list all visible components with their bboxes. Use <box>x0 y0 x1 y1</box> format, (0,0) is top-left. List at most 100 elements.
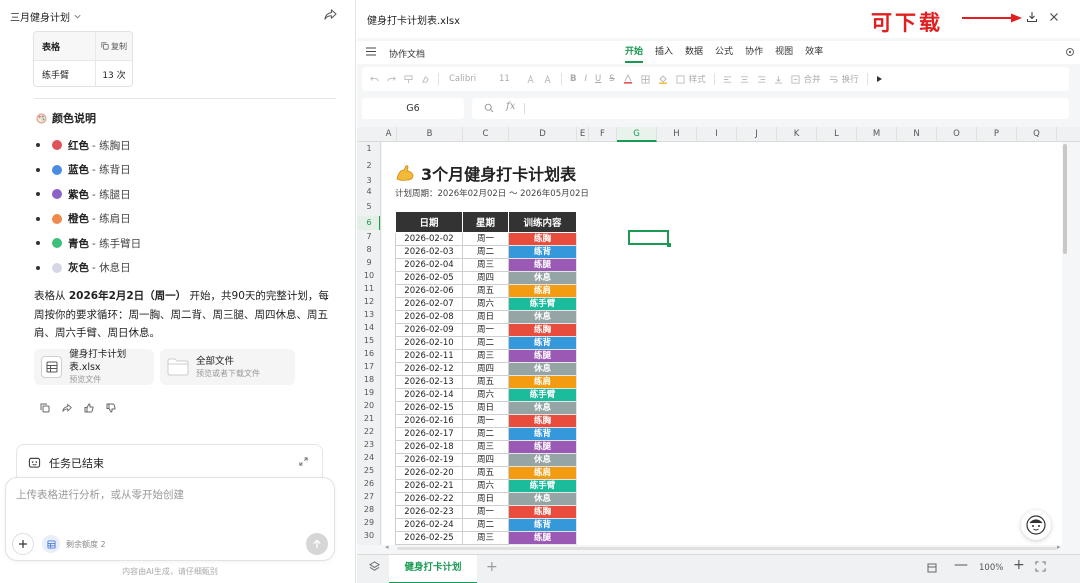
row-header[interactable]: 13 <box>357 308 380 321</box>
align-center-icon[interactable] <box>740 67 749 91</box>
weekday-cell[interactable]: 周三 <box>462 531 509 545</box>
exercise-cell[interactable]: 练腿 <box>508 531 577 545</box>
wrap-text-button[interactable]: 换行 <box>842 73 859 85</box>
date-cell[interactable]: 2026-02-06 <box>395 284 463 298</box>
exercise-cell[interactable]: 练手臂 <box>508 479 577 493</box>
menu-icon[interactable] <box>366 47 376 56</box>
share-icon[interactable] <box>324 8 337 21</box>
weekday-cell[interactable]: 周三 <box>462 440 509 454</box>
cell-style-button[interactable]: 样式 <box>689 73 706 85</box>
date-cell[interactable]: 2026-02-11 <box>395 349 463 363</box>
exercise-cell[interactable]: 练背 <box>508 518 577 532</box>
close-icon[interactable] <box>1048 11 1060 23</box>
zoom-in-button[interactable]: + <box>1013 557 1025 573</box>
weekday-cell[interactable]: 周三 <box>462 258 509 272</box>
date-cell[interactable]: 2026-02-25 <box>395 531 463 545</box>
bold-icon[interactable]: B <box>570 67 576 91</box>
tab-collab[interactable]: 协作 <box>739 41 769 64</box>
scroll-right-arrow[interactable]: ▸ <box>1057 543 1061 551</box>
exercise-cell[interactable]: 练腿 <box>508 440 577 454</box>
column-header[interactable]: J <box>737 127 777 142</box>
row-header[interactable]: 7 <box>357 230 380 243</box>
date-cell[interactable]: 2026-02-13 <box>395 375 463 389</box>
column-header[interactable]: M <box>857 127 897 142</box>
weekday-cell[interactable]: 周六 <box>462 479 509 493</box>
date-cell[interactable]: 2026-02-04 <box>395 258 463 272</box>
date-cell[interactable]: 2026-02-20 <box>395 466 463 480</box>
thumbs-down-icon[interactable] <box>106 403 116 413</box>
file-card-xlsx[interactable]: 健身打卡计划表.xlsx 预览文件 <box>34 349 154 385</box>
formula-input[interactable]: fx <box>472 98 1069 119</box>
weekday-cell[interactable]: 周二 <box>462 518 509 532</box>
column-header[interactable]: E <box>577 127 589 142</box>
column-header[interactable]: O <box>937 127 977 142</box>
weekday-cell[interactable]: 周五 <box>462 466 509 480</box>
underline-icon[interactable]: U <box>595 67 601 91</box>
clear-format-icon[interactable] <box>421 67 430 91</box>
expand-icon[interactable] <box>299 457 308 466</box>
weekday-cell[interactable]: 周日 <box>462 310 509 324</box>
date-cell[interactable]: 2026-02-07 <box>395 297 463 311</box>
row-header[interactable]: 10 <box>357 269 380 282</box>
exercise-cell[interactable]: 练背 <box>508 427 577 441</box>
exercise-cell[interactable]: 练腿 <box>508 349 577 363</box>
tab-start[interactable]: 开始 <box>619 41 649 64</box>
date-cell[interactable]: 2026-02-10 <box>395 336 463 350</box>
column-header[interactable]: F <box>589 127 617 142</box>
date-cell[interactable]: 2026-02-12 <box>395 362 463 376</box>
add-attachment-button[interactable] <box>12 533 34 555</box>
weekday-cell[interactable]: 周一 <box>462 323 509 337</box>
date-cell[interactable]: 2026-02-14 <box>395 388 463 402</box>
row-header[interactable]: 18 <box>357 373 380 386</box>
exercise-cell[interactable]: 练胸 <box>508 323 577 337</box>
weekday-cell[interactable]: 周二 <box>462 245 509 259</box>
column-header[interactable]: L <box>817 127 857 142</box>
column-header[interactable]: Q <box>1017 127 1057 142</box>
weekday-cell[interactable]: 周六 <box>462 388 509 402</box>
exercise-cell[interactable]: 练胸 <box>508 232 577 246</box>
font-color-icon[interactable] <box>623 67 633 91</box>
row-header[interactable]: 2 <box>357 155 380 177</box>
undo-icon[interactable] <box>370 67 379 91</box>
weekday-cell[interactable]: 周日 <box>462 492 509 506</box>
column-header[interactable]: K <box>777 127 817 142</box>
column-header[interactable]: D <box>509 127 577 142</box>
share-icon[interactable] <box>62 403 72 413</box>
align-right-icon[interactable] <box>757 67 766 91</box>
column-header[interactable]: A <box>381 127 397 142</box>
weekday-cell[interactable]: 周日 <box>462 401 509 415</box>
vertical-scrollbar[interactable] <box>1063 144 1067 254</box>
row-header[interactable]: 19 <box>357 386 380 399</box>
row-header[interactable]: 23 <box>357 438 380 451</box>
name-box[interactable]: G6 <box>362 98 464 119</box>
add-sheet-button[interactable]: + <box>486 559 498 575</box>
wrap-text-icon[interactable] <box>829 67 838 91</box>
font-size-select[interactable]: 11 <box>499 74 519 84</box>
merge-icon[interactable] <box>791 67 800 91</box>
exercise-cell[interactable]: 休息 <box>508 310 577 324</box>
date-cell[interactable]: 2026-02-24 <box>395 518 463 532</box>
row-header[interactable]: 20 <box>357 399 380 412</box>
tab-view[interactable]: 视图 <box>769 41 799 64</box>
date-cell[interactable]: 2026-02-16 <box>395 414 463 428</box>
column-header[interactable]: I <box>697 127 737 142</box>
weekday-cell[interactable]: 周五 <box>462 375 509 389</box>
weekday-cell[interactable]: 周六 <box>462 297 509 311</box>
exercise-cell[interactable]: 练肩 <box>508 375 577 389</box>
sheet-list-icon[interactable] <box>369 561 380 572</box>
selected-cell[interactable] <box>628 230 671 247</box>
copy-icon[interactable] <box>40 403 50 413</box>
tab-efficiency[interactable]: 效率 <box>799 41 829 64</box>
task-status-bar[interactable]: 任务已结束 <box>16 444 323 480</box>
date-cell[interactable]: 2026-02-08 <box>395 310 463 324</box>
page-layout-icon[interactable] <box>927 563 937 573</box>
row-header[interactable]: 21 <box>357 412 380 425</box>
row-header[interactable]: 9 <box>357 256 380 269</box>
weekday-cell[interactable]: 周一 <box>462 505 509 519</box>
row-header[interactable]: 5 <box>357 198 380 216</box>
settings-icon[interactable] <box>1065 47 1075 57</box>
exercise-cell[interactable]: 练背 <box>508 245 577 259</box>
fill-color-icon[interactable] <box>658 67 668 91</box>
sheet-tab[interactable]: 健身打卡计划 <box>389 555 477 583</box>
row-header[interactable]: 11 <box>357 282 380 295</box>
